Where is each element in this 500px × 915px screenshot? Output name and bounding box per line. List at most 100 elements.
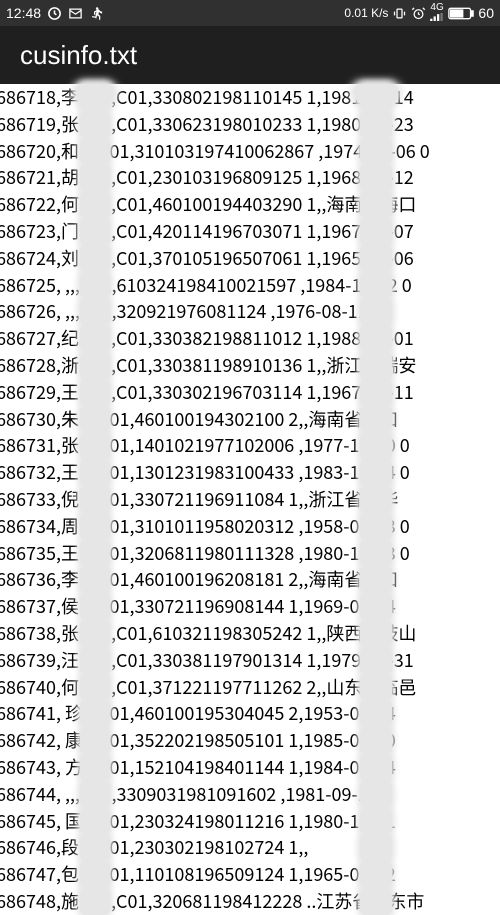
redaction-blur <box>80 674 110 701</box>
table-row: 686741, 珍,,,C01,460100195304045 2,1953-0… <box>0 700 500 727</box>
redaction-blur <box>80 164 110 191</box>
redaction-blur <box>360 298 392 325</box>
walk-icon <box>89 6 104 21</box>
table-row: 686721,胡 水,,,C01,230103196809125 1,1968-… <box>0 164 500 191</box>
row-text: 686718,李 日,,,C01,330802198110145 1,1981-… <box>0 84 414 111</box>
redaction-blur <box>360 352 392 379</box>
table-row: 686722,何 总,,,C01,460100194403290 1,,海南省海… <box>0 191 500 218</box>
redaction-blur <box>360 459 392 486</box>
row-text: 686744, ,,,C01,3309031981091602 ,1981-09… <box>0 781 392 808</box>
redaction-blur <box>80 138 110 165</box>
status-time: 12:48 <box>6 5 41 21</box>
net-type: 4G <box>430 3 444 24</box>
table-row: 686720,和 ,,,C01,310103197410062867 ,1974… <box>0 138 500 165</box>
status-bar: 12:48 0.01 K/s 4G 60 <box>0 0 500 26</box>
redaction-blur <box>80 406 110 433</box>
net-speed: 0.01 K/s <box>344 6 388 20</box>
row-text: 686737,侯 ,,,C01,330721196908144 1,1969-0… <box>0 593 396 620</box>
table-row: 686737,侯 ,,,C01,330721196908144 1,1969-0… <box>0 593 500 620</box>
mail-icon <box>68 6 83 21</box>
table-row: 686725, ,,,C01,610324198410021597 ,1984-… <box>0 272 500 299</box>
redaction-blur <box>80 566 110 593</box>
redaction-blur <box>80 245 110 272</box>
redaction-blur <box>360 674 392 701</box>
redaction-blur <box>80 513 110 540</box>
redaction-blur <box>360 647 392 674</box>
row-text: 686719,张 彪,,,C01,330623198010233 1,1980-… <box>0 111 414 138</box>
redaction-blur <box>360 593 392 620</box>
redaction-blur <box>360 834 392 861</box>
row-text: 686721,胡 水,,,C01,230103196809125 1,1968-… <box>0 164 414 191</box>
row-text: 686742, 康,,,C01,352202198505101 1,1985-0… <box>0 727 396 754</box>
redaction-blur <box>360 888 392 915</box>
status-right: 0.01 K/s 4G 60 <box>344 3 494 24</box>
redaction-blur <box>80 888 110 915</box>
alarm-icon <box>411 6 426 21</box>
redaction-blur <box>354 84 398 102</box>
redaction-blur <box>360 808 392 835</box>
redaction-blur <box>80 540 110 567</box>
redaction-blur <box>360 191 392 218</box>
redaction-blur <box>80 459 110 486</box>
redaction-blur <box>80 593 110 620</box>
row-text: 686745, 国,,,C01,230324198011216 1,1980-1… <box>0 808 396 835</box>
redaction-blur <box>80 727 110 754</box>
row-text: 686724,刘 凤,,,C01,370105196507061 1,1965-… <box>0 245 414 272</box>
table-row: 686724,刘 凤,,,C01,370105196507061 1,1965-… <box>0 245 500 272</box>
table-row: 686718,李 日,,,C01,330802198110145 1,1981-… <box>0 84 500 111</box>
row-text: 686746,段 ,,,C01,230302198102724 1,, <box>0 834 308 861</box>
row-text: 686747,包 ,,,C01,110108196509124 1,1965-0… <box>0 861 396 888</box>
row-text: 686733,倪 ,,,C01,330721196911084 1,,浙江省金华 <box>0 486 398 513</box>
row-text: 686727,纪 边,,,C01,330382198811012 1,1988-… <box>0 325 414 352</box>
row-text: 686734,周 ,,,C01,3101011958020312 ,1958-0… <box>0 513 410 540</box>
redaction-blur <box>360 164 392 191</box>
table-row: 686738,张 宇,,,C01,610321198305242 1,,陕西省岐… <box>0 620 500 647</box>
file-content[interactable]: 686718,李 日,,,C01,330802198110145 1,1981-… <box>0 84 500 889</box>
redaction-blur <box>360 620 392 647</box>
redaction-blur <box>360 432 392 459</box>
redaction-blur <box>80 808 110 835</box>
redaction-blur <box>80 647 110 674</box>
row-text: 686739,汪 云,,,C01,330381197901314 1,1979-… <box>0 647 414 674</box>
redaction-blur <box>76 84 114 102</box>
redaction-blur <box>80 218 110 245</box>
table-row: 686748,施健 ,,,C01,320681198412228 ..江苏省启东… <box>0 888 500 915</box>
table-row: 686733,倪 ,,,C01,330721196911084 1,,浙江省金华 <box>0 486 500 513</box>
redaction-blur <box>80 700 110 727</box>
redaction-blur <box>360 540 392 567</box>
table-row: 686744, ,,,C01,3309031981091602 ,1981-09… <box>0 781 500 808</box>
vibrate-icon <box>392 6 407 21</box>
table-row: 686726, ,,,C01,320921976081124 ,1976-08-… <box>0 298 500 325</box>
redaction-blur <box>80 352 110 379</box>
table-row: 686719,张 彪,,,C01,330623198010233 1,1980-… <box>0 111 500 138</box>
row-text: 686740,何 夏,,,C01,371221197711262 2,,山东省临… <box>0 674 416 701</box>
redaction-blur <box>360 138 392 165</box>
redaction-blur <box>80 754 110 781</box>
row-text: 686735,王 ,,,C01,3206811980111328 ,1980-1… <box>0 540 410 567</box>
redaction-blur <box>80 834 110 861</box>
row-text: 686722,何 总,,,C01,460100194403290 1,,海南省海… <box>0 191 416 218</box>
redaction-blur <box>80 781 110 808</box>
redaction-blur <box>80 620 110 647</box>
redaction-blur <box>360 513 392 540</box>
table-row: 686723,门 是,,,C01,420114196703071 1,1967-… <box>0 218 500 245</box>
table-row: 686746,段 ,,,C01,230302198102724 1,, <box>0 834 500 861</box>
table-row: 686739,汪 云,,,C01,330381197901314 1,1979-… <box>0 647 500 674</box>
redaction-blur <box>360 406 392 433</box>
table-row: 686732,王 ,,,C01,1301231983100433 ,1983-1… <box>0 459 500 486</box>
battery-pct: 60 <box>478 5 494 21</box>
table-row: 686747,包 ,,,C01,110108196509124 1,1965-0… <box>0 861 500 888</box>
redaction-blur <box>360 566 392 593</box>
table-row: 686734,周 ,,,C01,3101011958020312 ,1958-0… <box>0 513 500 540</box>
row-text: 686723,门 是,,,C01,420114196703071 1,1967-… <box>0 218 414 245</box>
redaction-blur <box>80 379 110 406</box>
row-text: 686741, 珍,,,C01,460100195304045 2,1953-0… <box>0 700 396 727</box>
redaction-blur <box>360 111 392 138</box>
redaction-blur <box>360 245 392 272</box>
row-text: 686728,浙 霞,,,C01,330381198910136 1,,浙江省瑞… <box>0 352 416 379</box>
redaction-blur <box>360 218 392 245</box>
table-row: 686735,王 ,,,C01,3206811980111328 ,1980-1… <box>0 540 500 567</box>
redaction-blur <box>80 111 110 138</box>
row-text: 686726, ,,,C01,320921976081124 ,1976-08-… <box>0 298 382 325</box>
file-title: cusinfo.txt <box>20 40 137 71</box>
